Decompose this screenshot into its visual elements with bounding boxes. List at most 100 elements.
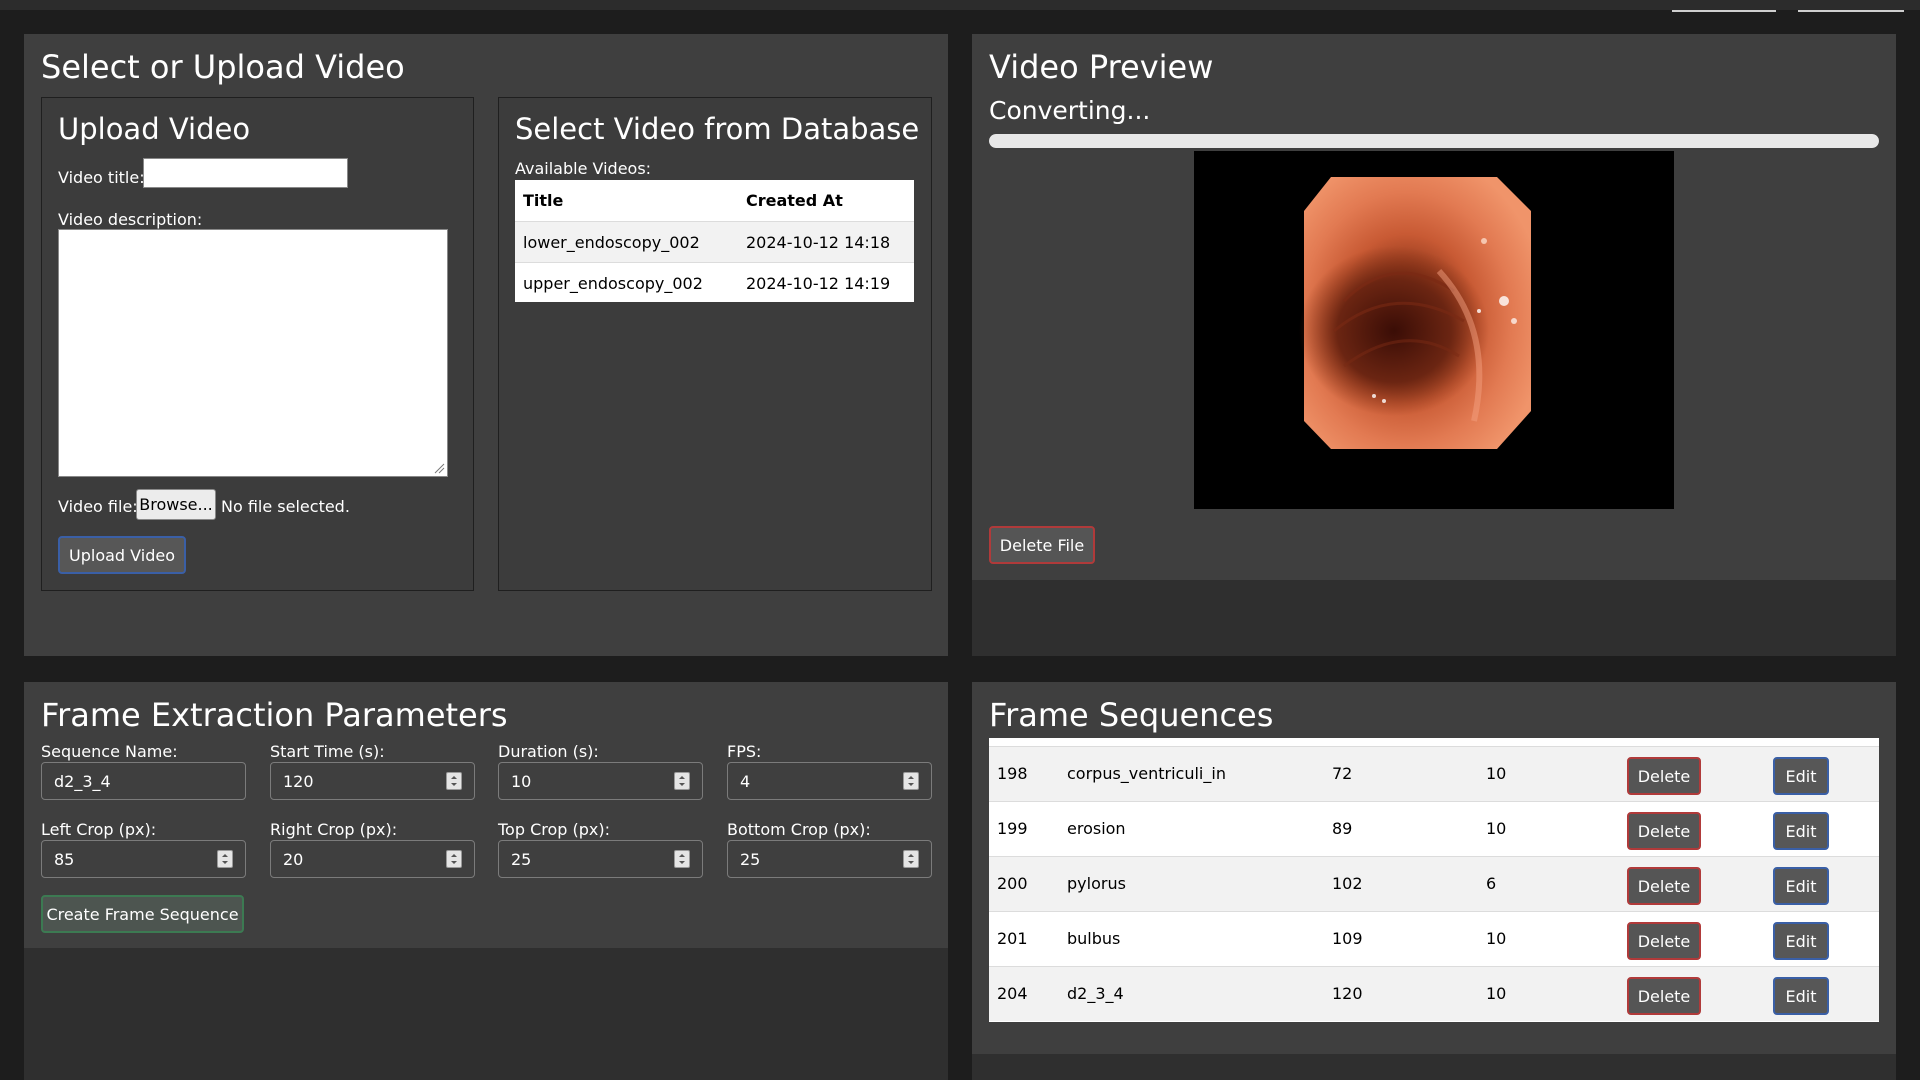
sequence-start-cell: 120: [1332, 984, 1363, 1003]
column-header-title: Title: [523, 191, 564, 210]
edit-sequence-button[interactable]: Edit: [1773, 922, 1829, 960]
sequence-duration-cell: 6: [1486, 874, 1497, 893]
upload-video-button[interactable]: Upload Video: [58, 536, 186, 574]
video-title-input[interactable]: [143, 158, 348, 188]
database-heading: Select Video from Database: [515, 112, 920, 146]
video-created-at-cell: 2024-10-12 14:19: [746, 274, 891, 293]
duration-label: Duration (s):: [498, 742, 599, 761]
delete-sequence-button[interactable]: Delete: [1627, 867, 1701, 905]
resize-handle-icon[interactable]: [433, 462, 445, 474]
sequence-id-cell: 204: [997, 984, 1028, 1003]
stepper-icon[interactable]: [217, 850, 233, 868]
conversion-status: Converting...: [989, 96, 1151, 125]
video-player[interactable]: [1194, 151, 1674, 509]
sequences-panel: Frame Sequences 198 corpus_ventriculi_in 7…: [972, 682, 1896, 1080]
stepper-icon[interactable]: [674, 772, 690, 790]
bottom-crop-input[interactable]: 25: [727, 840, 932, 878]
delete-sequence-button[interactable]: Delete: [1627, 977, 1701, 1015]
videos-table: Title Created At lower_endoscopy_002 202…: [515, 180, 914, 302]
sequences-table-header: [989, 738, 1879, 746]
endoscopy-video-frame: [1299, 177, 1531, 449]
table-row: 201 bulbus 109 10 Delete Edit: [989, 911, 1879, 966]
table-row: 198 corpus_ventriculi_in 72 10 Delete Edit: [989, 746, 1879, 801]
top-bar: [0, 0, 1920, 12]
no-file-selected-text: No file selected.: [221, 497, 350, 516]
sequences-table: 198 corpus_ventriculi_in 72 10 Delete Edit 199…: [989, 738, 1879, 1022]
table-row[interactable]: upper_endoscopy_002 2024-10-12 14:19: [515, 262, 914, 302]
sequence-duration-cell: 10: [1486, 984, 1507, 1003]
preview-panel-title: Video Preview: [989, 48, 1214, 86]
sequence-id-cell: 198: [997, 764, 1028, 783]
left-crop-label: Left Crop (px):: [41, 820, 157, 839]
upload-video-box: Upload Video Video title: Video descript…: [41, 97, 474, 591]
stepper-icon[interactable]: [446, 772, 462, 790]
edit-sequence-button[interactable]: Edit: [1773, 867, 1829, 905]
sequence-name-label: Sequence Name:: [41, 742, 178, 761]
delete-sequence-button[interactable]: Delete: [1627, 757, 1701, 795]
sequence-name-cell: bulbus: [1067, 929, 1121, 948]
database-box: Select Video from Database Available Vid…: [498, 97, 932, 591]
stepper-icon[interactable]: [674, 850, 690, 868]
top-tab-2[interactable]: [1798, 0, 1904, 12]
sequence-name-cell: pylorus: [1067, 874, 1126, 893]
sequence-name-cell: corpus_ventriculi_in: [1067, 764, 1226, 783]
column-header-created-at: Created At: [746, 191, 843, 210]
video-created-at-cell: 2024-10-12 14:18: [746, 233, 891, 252]
left-crop-input[interactable]: 85: [41, 840, 246, 878]
sequence-id-cell: 201: [997, 929, 1028, 948]
table-row: 200 pylorus 102 6 Delete Edit: [989, 856, 1879, 911]
top-crop-label: Top Crop (px):: [498, 820, 611, 839]
right-crop-input[interactable]: 20: [270, 840, 475, 878]
stepper-icon[interactable]: [446, 850, 462, 868]
sequence-start-cell: 89: [1332, 819, 1353, 838]
browse-button[interactable]: Browse...: [136, 489, 216, 520]
video-title-cell: lower_endoscopy_002: [523, 233, 700, 252]
start-time-input[interactable]: 120: [270, 762, 475, 800]
delete-file-button[interactable]: Delete File: [989, 526, 1095, 564]
extraction-panel-title: Frame Extraction Parameters: [41, 696, 508, 734]
table-row[interactable]: lower_endoscopy_002 2024-10-12 14:18: [515, 221, 914, 262]
sequence-name-cell: d2_3_4: [1067, 984, 1124, 1003]
fps-input[interactable]: 4: [727, 762, 932, 800]
video-description-textarea[interactable]: [58, 229, 448, 477]
stepper-icon[interactable]: [903, 772, 919, 790]
table-row: 204 d2_3_4 120 10 Delete Edit: [989, 966, 1879, 1021]
edit-sequence-button[interactable]: Edit: [1773, 812, 1829, 850]
sequence-name-input[interactable]: d2_3_4: [41, 762, 246, 800]
top-tab-1[interactable]: [1672, 0, 1776, 12]
sequence-start-cell: 109: [1332, 929, 1363, 948]
extraction-panel: Frame Extraction Parameters Sequence Nam…: [24, 682, 948, 1080]
start-time-label: Start Time (s):: [270, 742, 385, 761]
available-videos-label: Available Videos:: [515, 159, 652, 178]
sequence-start-cell: 102: [1332, 874, 1363, 893]
upload-panel: Select or Upload Video Upload Video Vide…: [24, 34, 948, 656]
sequence-id-cell: 200: [997, 874, 1028, 893]
sequence-duration-cell: 10: [1486, 764, 1507, 783]
table-row: 199 erosion 89 10 Delete Edit: [989, 801, 1879, 856]
right-crop-label: Right Crop (px):: [270, 820, 398, 839]
top-crop-input[interactable]: 25: [498, 840, 703, 878]
video-title-label: Video title:: [58, 168, 145, 187]
delete-sequence-button[interactable]: Delete: [1627, 812, 1701, 850]
sequence-duration-cell: 10: [1486, 819, 1507, 838]
video-file-label: Video file:: [58, 497, 138, 516]
sequence-duration-cell: 10: [1486, 929, 1507, 948]
sequence-name-cell: erosion: [1067, 819, 1126, 838]
sequence-id-cell: 199: [997, 819, 1028, 838]
delete-sequence-button[interactable]: Delete: [1627, 922, 1701, 960]
video-title-cell: upper_endoscopy_002: [523, 274, 703, 293]
video-description-label: Video description:: [58, 210, 203, 229]
stepper-icon[interactable]: [903, 850, 919, 868]
create-frame-sequence-button[interactable]: Create Frame Sequence: [41, 895, 244, 933]
preview-panel: Video Preview Converting... Delete File: [972, 34, 1896, 656]
duration-input[interactable]: 10: [498, 762, 703, 800]
upload-panel-title: Select or Upload Video: [41, 48, 405, 86]
bottom-crop-label: Bottom Crop (px):: [727, 820, 871, 839]
videos-table-header: Title Created At: [515, 180, 914, 221]
sequence-start-cell: 72: [1332, 764, 1353, 783]
sequences-panel-title: Frame Sequences: [989, 696, 1274, 734]
edit-sequence-button[interactable]: Edit: [1773, 977, 1829, 1015]
edit-sequence-button[interactable]: Edit: [1773, 757, 1829, 795]
fps-label: FPS:: [727, 742, 762, 761]
conversion-progress-bar: [989, 134, 1879, 148]
